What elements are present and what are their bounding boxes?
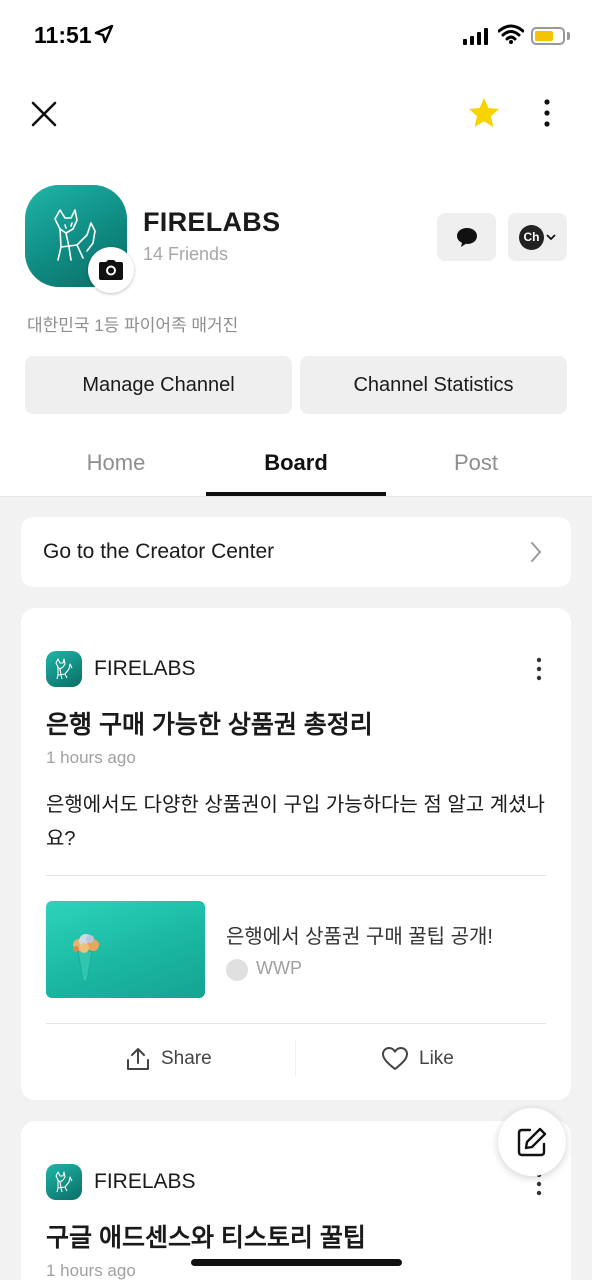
close-button[interactable]	[26, 96, 62, 132]
channel-description: 대한민국 1등 파이어족 매거진	[27, 316, 239, 335]
fox-logo-icon	[55, 658, 73, 680]
share-label: Share	[161, 1048, 212, 1069]
channel-badge: Ch	[519, 224, 544, 250]
chat-bubble-icon	[456, 228, 477, 247]
tab-bar: Home Board Post	[0, 430, 592, 496]
star-icon	[469, 98, 499, 127]
friends-count[interactable]: 14 Friends	[143, 244, 228, 265]
creator-center-link[interactable]: Go to the Creator Center	[21, 517, 571, 587]
tab-post[interactable]: Post	[386, 430, 566, 496]
post-body[interactable]: 은행에서도 다양한 상품권이 구입 가능하다는 점 알고 계셨나요?	[46, 788, 546, 856]
signal-icon	[463, 27, 488, 45]
channel-menu-button[interactable]: Ch	[508, 213, 567, 261]
camera-icon	[99, 260, 123, 280]
more-vertical-icon	[544, 99, 550, 127]
like-button[interactable]: Like	[381, 1044, 454, 1074]
creator-center-label: Go to the Creator Center	[43, 540, 275, 563]
favorite-button[interactable]	[466, 95, 502, 131]
status-time: 11:51	[34, 22, 92, 48]
tab-board[interactable]: Board	[206, 430, 386, 496]
change-photo-button[interactable]	[88, 247, 134, 293]
channel-name: FIRELABS	[143, 207, 281, 237]
post-time: 1 hours ago	[46, 1261, 136, 1280]
location-arrow-icon	[94, 24, 114, 49]
write-post-button[interactable]	[498, 1108, 566, 1176]
chevron-down-icon	[546, 234, 556, 241]
share-button[interactable]: Share	[125, 1044, 212, 1074]
author-avatar	[46, 1164, 82, 1200]
share-icon	[127, 1048, 149, 1070]
post-card[interactable]: FIRELABS 구글 애드센스와 티스토리 꿀팁 1 hours ago	[21, 1121, 571, 1280]
status-bar: 11:51	[0, 0, 592, 72]
manage-channel-button[interactable]: Manage Channel	[25, 356, 292, 414]
more-vertical-icon	[536, 657, 542, 681]
edit-icon	[517, 1127, 547, 1157]
post-time: 1 hours ago	[46, 748, 136, 767]
author-avatar	[46, 651, 82, 687]
post-title[interactable]: 구글 애드센스와 티스토리 꿀팁	[46, 1218, 366, 1254]
flower-cone-image	[73, 934, 99, 982]
more-button[interactable]	[533, 95, 561, 131]
post-author[interactable]: FIRELABS	[94, 657, 196, 681]
tab-home[interactable]: Home	[26, 430, 206, 496]
link-thumbnail[interactable]	[46, 901, 205, 998]
home-indicator	[191, 1259, 402, 1266]
post-author[interactable]: FIRELABS	[94, 1170, 196, 1194]
post-title[interactable]: 은행 구매 가능한 상품권 총정리	[46, 705, 373, 741]
like-label: Like	[419, 1048, 454, 1069]
action-separator	[295, 1040, 296, 1076]
battery-tip	[567, 32, 570, 40]
post-card[interactable]: FIRELABS 은행 구매 가능한 상품권 총정리 1 hours ago 은…	[21, 608, 571, 1100]
channel-statistics-button[interactable]: Channel Statistics	[300, 356, 567, 414]
link-title[interactable]: 은행에서 상품권 구매 꿀팁 공개!	[226, 920, 493, 949]
chat-button[interactable]	[437, 213, 496, 261]
heart-icon	[382, 1047, 408, 1070]
link-source: WWP	[256, 958, 302, 978]
divider	[46, 1023, 546, 1024]
post-more-button[interactable]	[533, 657, 545, 681]
chevron-right-icon	[531, 542, 542, 562]
divider	[46, 875, 546, 876]
source-icon	[226, 959, 248, 981]
close-icon	[31, 101, 57, 127]
fox-logo-icon	[55, 1171, 73, 1193]
battery-icon	[531, 27, 565, 45]
wifi-icon	[497, 24, 525, 49]
